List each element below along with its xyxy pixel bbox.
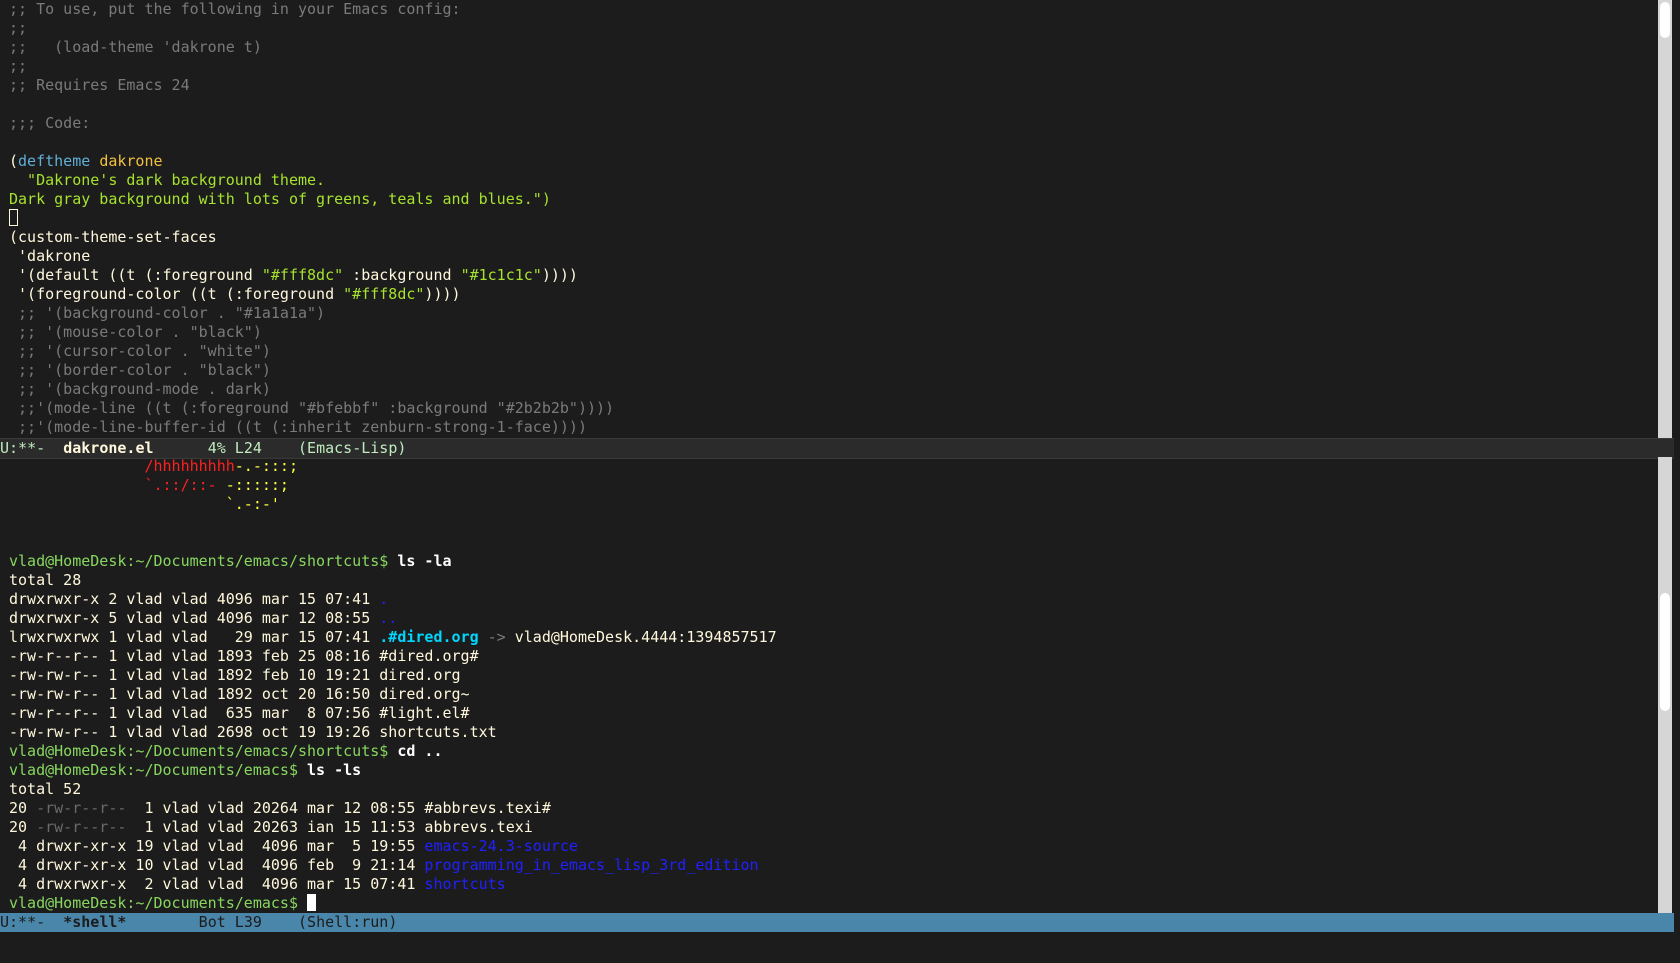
shell-input-line[interactable]: vlad@HomeDesk:~/Documents/emacs$: [9, 894, 317, 913]
code-line: ;;: [9, 19, 28, 37]
ascii-art-line: /hhhhhhhhh-.-:::;: [144, 457, 298, 475]
modeline-status: U:**-: [0, 439, 64, 457]
code-line: ;; Requires Emacs 24: [9, 76, 190, 94]
bottom-scroll-thumb[interactable]: [1660, 593, 1670, 711]
shell-output-line: -rw-r--r-- 1 vlad vlad 635 mar 8 07:56 #…: [9, 704, 470, 722]
shell-output-line: 20 -rw-r--r-- 1 vlad vlad 20264 mar 12 0…: [9, 799, 551, 817]
shell-prompt-line: vlad@HomeDesk:~/Documents/emacs$ ls -ls: [9, 761, 362, 779]
code-line: ;; (load-theme 'dakrone t): [9, 38, 262, 56]
editor-pane-dakrone[interactable]: ;; To use, put the following in your Ema…: [0, 0, 1656, 438]
ascii-art-line: `.::/::- -:::::;: [144, 476, 289, 494]
code-line-default-face: '(default ((t (:foreground "#fff8dc" :ba…: [9, 266, 578, 284]
modeline-major-mode[interactable]: (Shell:run): [298, 913, 397, 931]
shell-output-line: -rw-rw-r-- 1 vlad vlad 2698 oct 19 19:26…: [9, 723, 497, 741]
shell-pane[interactable]: /hhhhhhhhh-.-:::; `.::/::- -:::::; `.-:-…: [0, 457, 1656, 913]
echo-area[interactable]: [0, 933, 1680, 963]
modeline-buffer-name[interactable]: *shell*: [63, 913, 126, 931]
bottom-scrollbar[interactable]: [1658, 457, 1672, 913]
code-line: ;;'(mode-line-buffer-id ((t (:inherit ze…: [9, 418, 587, 436]
shell-output-line: total 28: [9, 571, 82, 589]
code-line: "Dakrone's dark background theme.: [9, 171, 326, 189]
shell-output-line: -rw-rw-r-- 1 vlad vlad 1892 oct 20 16:50…: [9, 685, 470, 703]
code-line: ;;'(mode-line ((t (:foreground "#bfebbf"…: [9, 399, 615, 417]
code-line: ;; '(cursor-color . "white"): [9, 342, 271, 360]
shell-output-line: lrwxrwxrwx 1 vlad vlad 29 mar 15 07:41 .…: [9, 628, 777, 646]
code-line: ;;; Code:: [9, 114, 91, 132]
modeline-buffer-name[interactable]: dakrone.el: [63, 439, 153, 457]
code-line: Dark gray background with lots of greens…: [9, 190, 551, 208]
top-scrollbar[interactable]: [1658, 0, 1672, 438]
shell-output-line: 20 -rw-r--r-- 1 vlad vlad 20263 ian 15 1…: [9, 818, 533, 836]
text-cursor: [9, 209, 18, 228]
code-line: ;; '(mouse-color . "black"): [9, 323, 262, 341]
shell-output-line: 4 drwxr-xr-x 10 vlad vlad 4096 feb 9 21:…: [9, 856, 759, 874]
code-line-foreground-face: '(foreground-color ((t (:foreground "#ff…: [9, 285, 461, 303]
modeline-status: U:**-: [0, 913, 64, 931]
mode-line-bottom[interactable]: U:**- *shell* Bot L39 (Shell:run): [0, 913, 1674, 932]
shell-output-line: total 52: [9, 780, 82, 798]
modeline-major-mode[interactable]: (Emacs-Lisp): [298, 439, 406, 457]
code-line-deftheme: (deftheme dakrone: [9, 152, 163, 170]
code-line: ;;: [9, 57, 28, 75]
modeline-position: 4% L24: [153, 439, 299, 457]
shell-output-line: drwxrwxr-x 2 vlad vlad 4096 mar 15 07:41…: [9, 590, 389, 608]
code-line: ;; '(background-color . "#1a1a1a"): [9, 304, 326, 322]
code-line: ;; To use, put the following in your Ema…: [9, 0, 461, 18]
code-line: (custom-theme-set-faces: [9, 228, 217, 246]
top-scroll-thumb[interactable]: [1660, 2, 1670, 38]
shell-prompt-line: vlad@HomeDesk:~/Documents/emacs/shortcut…: [9, 742, 443, 760]
shell-cursor: [307, 894, 317, 911]
modeline-position: Bot L39: [126, 913, 299, 931]
shell-output-line: 4 drwxr-xr-x 19 vlad vlad 4096 mar 5 19:…: [9, 837, 578, 855]
code-line: ;; '(border-color . "black"): [9, 361, 271, 379]
shell-output-line: -rw-r--r-- 1 vlad vlad 1893 feb 25 08:16…: [9, 647, 479, 665]
ascii-art-line: `.-:-': [225, 495, 280, 513]
shell-output-line: -rw-rw-r-- 1 vlad vlad 1892 feb 10 19:21…: [9, 666, 461, 684]
mode-line-top[interactable]: U:**- dakrone.el 4% L24 (Emacs-Lisp): [0, 438, 1674, 459]
code-line: 'dakrone: [9, 247, 91, 265]
shell-prompt-line: vlad@HomeDesk:~/Documents/emacs/shortcut…: [9, 552, 452, 570]
shell-output-line: 4 drwxrwxr-x 2 vlad vlad 4096 mar 15 07:…: [9, 875, 506, 893]
shell-output-line: drwxrwxr-x 5 vlad vlad 4096 mar 12 08:55…: [9, 609, 398, 627]
code-line: ;; '(background-mode . dark): [9, 380, 271, 398]
